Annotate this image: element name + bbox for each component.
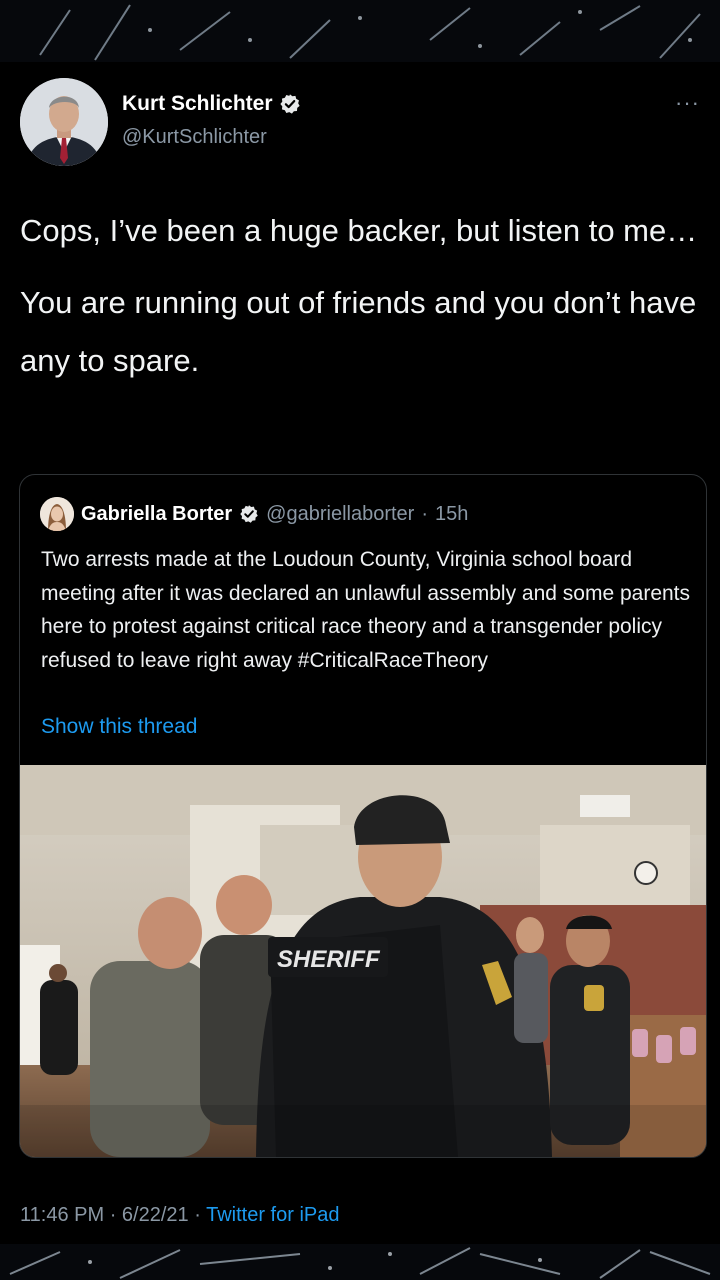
tweet-meta: 11:46 PM · 6/22/21 · Twitter for iPad [20, 1204, 339, 1227]
quoted-tweet[interactable]: Gabriella Borter @gabriellaborter · 15h … [19, 474, 707, 1158]
quoted-author-name[interactable]: Gabriella Borter [81, 503, 232, 526]
verified-badge-icon [279, 94, 300, 114]
author-handle[interactable]: @KurtSchlichter [122, 126, 267, 149]
tweet-card: Kurt Schlichter @KurtSchlichter ··· Cops… [0, 62, 720, 1244]
author-name-row: Kurt Schlichter [122, 92, 301, 116]
separator-dot: · [109, 1204, 117, 1226]
author-avatar[interactable] [20, 78, 108, 166]
show-thread-link[interactable]: Show this thread [41, 715, 197, 739]
author-name[interactable]: Kurt Schlichter [122, 92, 273, 116]
quoted-author-avatar[interactable] [40, 497, 74, 531]
separator-dot: · [194, 1204, 201, 1226]
tweet-date[interactable]: 6/22/21 [122, 1204, 189, 1226]
quoted-tweet-age[interactable]: 15h [435, 503, 468, 526]
top-firework-strip [0, 0, 720, 62]
quoted-author-handle[interactable]: @gabriellaborter [266, 503, 414, 526]
tweet-source-link[interactable]: Twitter for iPad [206, 1204, 339, 1226]
tweet-text: Cops, I’ve been a huge backer, but liste… [20, 202, 700, 390]
quoted-tweet-header: Gabriella Borter @gabriellaborter · 15h [40, 497, 468, 531]
separator-dot: · [421, 502, 428, 525]
tweet-time[interactable]: 11:46 PM [20, 1204, 104, 1226]
sheriff-vest-text: SHERIFF [277, 946, 381, 973]
tweet-paragraph-2: You are running out of friends and you d… [20, 285, 697, 378]
quoted-tweet-media[interactable]: SHERIFF [20, 765, 706, 1157]
quoted-tweet-text: Two arrests made at the Loudoun County, … [41, 548, 691, 672]
verified-badge-icon [240, 505, 258, 523]
more-options-icon[interactable]: ··· [675, 90, 700, 116]
bottom-firework-strip [0, 1244, 720, 1280]
tweet-paragraph-1: Cops, I’ve been a huge backer, but liste… [20, 213, 698, 248]
